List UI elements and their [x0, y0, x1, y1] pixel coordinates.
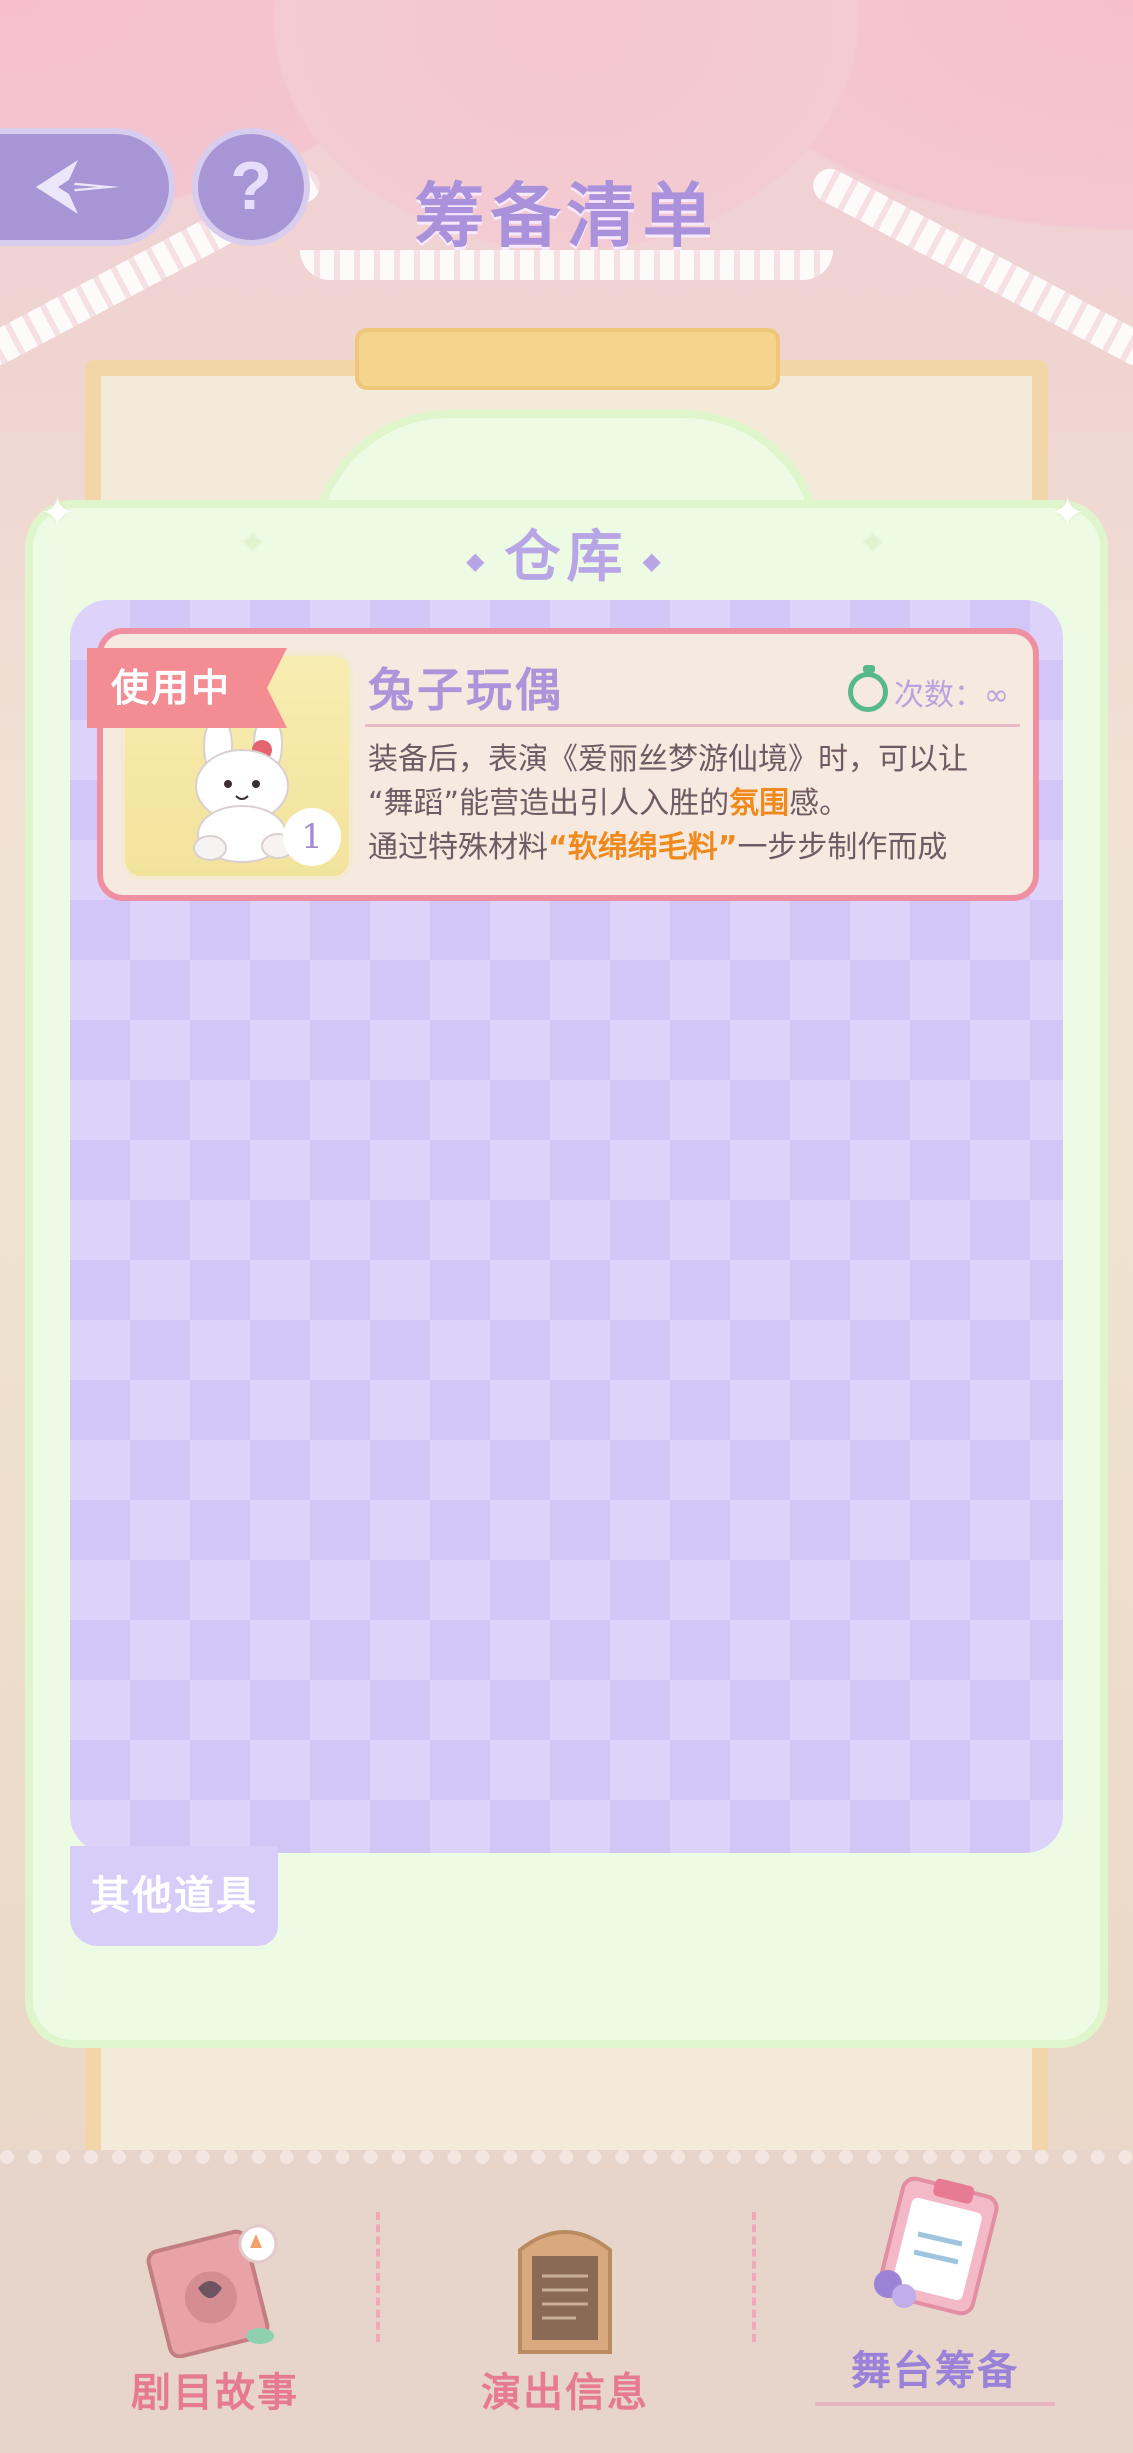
- title-dot-left-icon: ◆: [466, 546, 491, 575]
- nav-stage-prep[interactable]: 舞台筹备: [785, 2170, 1085, 2440]
- sparkle-icon: ✦: [40, 488, 76, 537]
- stage-plaque: [355, 328, 780, 390]
- active-underline: [815, 2402, 1055, 2406]
- item-name: 兔子玩偶: [368, 663, 564, 717]
- item-description: 装备后，表演《爱丽丝梦游仙境》时，可以让 “舞蹈”能营造出引人入胜的氛围感。 通…: [368, 738, 1028, 870]
- desc-highlight: 氛围: [729, 786, 790, 821]
- uses-label: 次数：∞: [894, 678, 1009, 713]
- clipboard-icon: [874, 2176, 999, 2316]
- nav-divider: [376, 2212, 380, 2342]
- tab-other-items[interactable]: 其他道具: [70, 1846, 278, 1946]
- desc-text: 感。: [789, 786, 850, 821]
- title-dot-right-icon: ◆: [642, 546, 667, 575]
- nav-info-label: 演出信息: [481, 2370, 649, 2416]
- story-book-icon: [146, 2224, 278, 2358]
- panel-title-text: 仓库: [504, 525, 629, 590]
- desc-line: 装备后，表演《爱丽丝梦游仙境》时，可以让: [368, 742, 968, 777]
- page-title: 筹备清单: [414, 175, 719, 257]
- divider: [365, 724, 1020, 727]
- in-use-tag: 使用中: [87, 648, 287, 728]
- nav-story[interactable]: 剧目故事: [65, 2170, 365, 2440]
- desc-line: 通过特殊材料“软绵绵毛料”一步步制作而成: [368, 826, 1028, 870]
- info-board-icon: [518, 2230, 612, 2354]
- panel-title: ◆ 仓库 ◆: [0, 512, 1133, 593]
- desc-text: 一步步制作而成: [737, 830, 948, 865]
- nav-story-label: 剧目故事: [131, 2370, 299, 2416]
- desc-line: “舞蹈”能营造出引人入胜的氛围感。: [368, 782, 1028, 826]
- desc-highlight: “软绵绵毛料”: [548, 830, 738, 865]
- quantity-badge: 1: [283, 808, 341, 866]
- desc-text: “舞蹈”能营造出引人入胜的: [368, 786, 730, 821]
- desc-text: 通过特殊材料: [368, 830, 548, 865]
- sparkle-icon: ✦: [860, 526, 886, 561]
- uses-count: 次数：∞: [848, 665, 1009, 714]
- sparkle-icon: ✦: [1050, 488, 1086, 537]
- timer-icon: [848, 665, 888, 712]
- nav-info[interactable]: 演出信息: [415, 2170, 715, 2440]
- sparkle-icon: ✦: [240, 526, 266, 561]
- nav-divider: [752, 2212, 756, 2342]
- nav-stage-prep-label: 舞台筹备: [851, 2348, 1019, 2394]
